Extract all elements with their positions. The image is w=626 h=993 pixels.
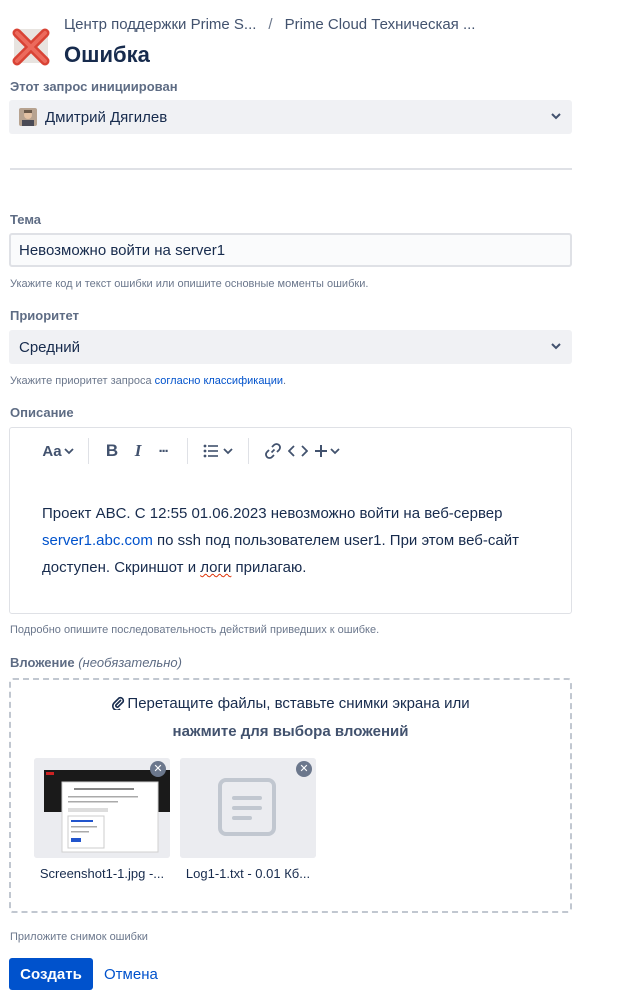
breadcrumb-item-service-desk[interactable]: Центр поддержки Prime S...: [64, 16, 256, 33]
breadcrumb-item-portal[interactable]: Prime Cloud Техническая ...: [285, 16, 476, 33]
attachment-hint: Приложите снимок ошибки: [10, 931, 148, 943]
priority-value: Средний: [19, 338, 80, 356]
subject-label: Тема: [10, 212, 42, 227]
initiator-select[interactable]: Дмитрий Дягилев: [9, 100, 572, 134]
subject-value: Невозможно войти на server1: [19, 241, 226, 259]
description-text-part: прилагаю.: [231, 559, 307, 576]
link-icon: [265, 443, 281, 459]
more-label: ···: [158, 442, 170, 460]
attachment-thumbnail[interactable]: [34, 758, 170, 858]
toolbar-divider: [88, 438, 89, 464]
breadcrumb-separator: /: [268, 16, 273, 33]
editor-toolbar: Aa B I ···: [40, 438, 343, 464]
initiator-value: Дмитрий Дягилев: [45, 108, 168, 126]
description-hint: Подробно опишите последовательность дейс…: [10, 624, 380, 636]
screenshot-preview: [34, 758, 170, 858]
chevron-down-icon: [223, 448, 233, 455]
description-label: Описание: [10, 405, 74, 420]
chevron-down-icon: [551, 343, 561, 350]
bold-button[interactable]: B: [101, 438, 123, 464]
text-style-label: Aa: [42, 442, 62, 460]
italic-label: I: [134, 441, 142, 460]
bullet-list-icon: [203, 444, 218, 458]
remove-attachment-button[interactable]: ✕: [150, 761, 166, 777]
attachment-filename: Log1-1.txt - 0.01 Кб...: [185, 866, 311, 881]
optional-marker: (необязательно): [78, 655, 182, 670]
browse-files-link[interactable]: нажмите для выбора вложений: [11, 723, 570, 740]
priority-hint: Укажите приоритет запроса согласно класс…: [10, 375, 286, 387]
code-button[interactable]: [285, 438, 311, 464]
insert-button[interactable]: [311, 438, 343, 464]
misspelled-word: логи: [200, 559, 232, 576]
subject-input[interactable]: Невозможно войти на server1: [9, 233, 572, 267]
avatar: [19, 108, 37, 126]
breadcrumb: Центр поддержки Prime S... / Prime Cloud Т…: [64, 16, 475, 33]
more-formatting-button[interactable]: ···: [151, 438, 175, 464]
error-x-icon: [12, 28, 50, 66]
paperclip-icon: [112, 696, 125, 712]
attachment-label-text: Вложение: [10, 655, 75, 670]
remove-attachment-button[interactable]: ✕: [296, 761, 312, 777]
toolbar-divider: [187, 438, 188, 464]
classification-link[interactable]: согласно классификации: [155, 375, 283, 387]
dropzone-instruction: Перетащите файлы, вставьте снимки экрана…: [11, 695, 570, 712]
subject-hint: Укажите код и текст ошибки или опишите о…: [10, 278, 369, 290]
priority-hint-suffix: .: [283, 375, 287, 387]
link-button[interactable]: [261, 438, 285, 464]
attachment-thumbnail[interactable]: [180, 758, 316, 858]
bold-label: B: [105, 441, 119, 460]
attachment-filename: Screenshot1-1.jpg -...: [39, 866, 165, 881]
description-text-part: Проект ABC. С 12:55 01.06.2023 невозможн…: [42, 505, 503, 522]
page-header: Центр поддержки Prime S... / Prime Cloud Т…: [10, 12, 570, 72]
initiator-label: Этот запрос инициирован: [10, 79, 178, 94]
divider: [10, 168, 572, 170]
priority-select[interactable]: Средний: [9, 330, 572, 364]
chevron-down-icon: [63, 448, 74, 455]
document-icon: [180, 758, 316, 858]
text-style-button[interactable]: Aa: [40, 438, 76, 464]
description-text[interactable]: Проект ABC. С 12:55 01.06.2023 невозможн…: [42, 500, 552, 581]
code-icon: [288, 445, 308, 457]
attachment-label: Вложение (необязательно): [10, 655, 182, 670]
bullet-list-button[interactable]: [200, 438, 236, 464]
cancel-button[interactable]: Отмена: [104, 958, 158, 990]
italic-button[interactable]: I: [127, 438, 149, 464]
priority-label: Приоритет: [10, 308, 79, 323]
description-editor[interactable]: Aa B I ··· Проект ABC. С 12:55 01.06.202…: [9, 427, 572, 614]
chevron-down-icon: [551, 113, 561, 120]
attachment-dropzone[interactable]: Перетащите файлы, вставьте снимки экрана…: [9, 678, 572, 913]
chevron-down-icon: [330, 448, 340, 455]
toolbar-divider: [248, 438, 249, 464]
dropzone-text: Перетащите файлы, вставьте снимки экрана…: [127, 695, 470, 712]
page-title: Ошибка: [64, 42, 150, 67]
plus-icon: [315, 445, 327, 457]
server-link[interactable]: server1.abc.com: [42, 532, 153, 549]
create-button[interactable]: Создать: [9, 958, 93, 990]
priority-hint-text: Укажите приоритет запроса: [10, 375, 155, 387]
